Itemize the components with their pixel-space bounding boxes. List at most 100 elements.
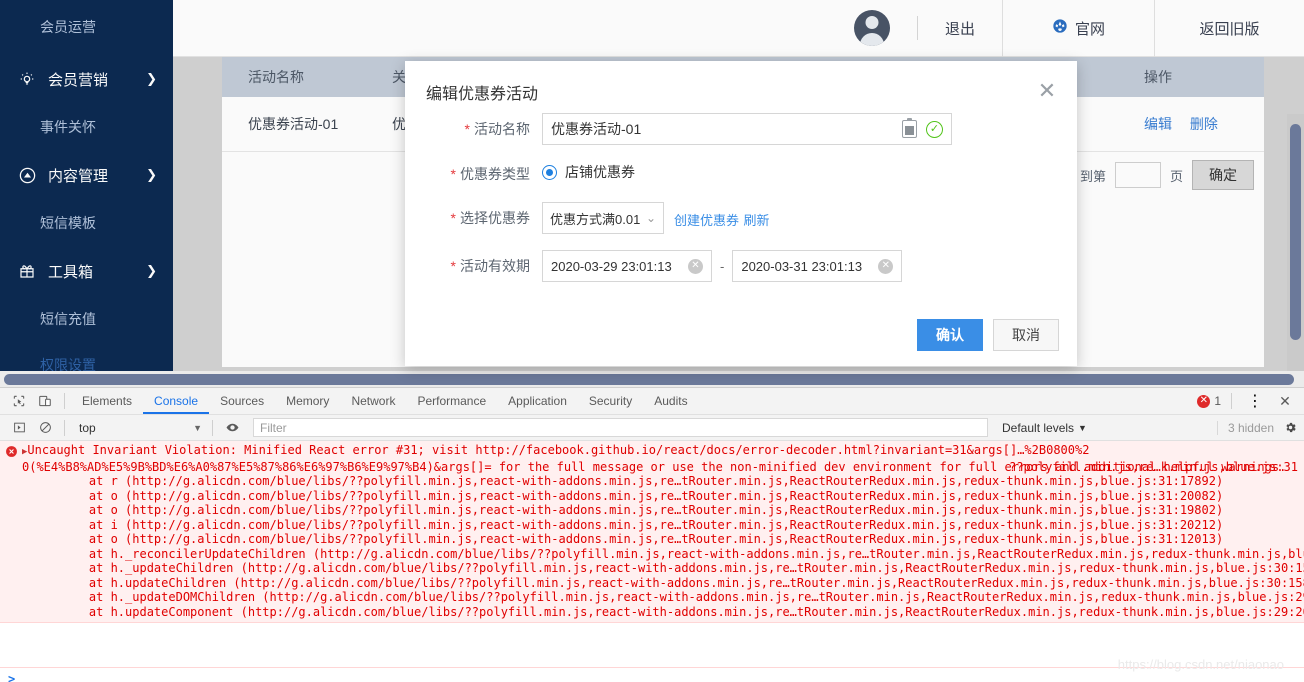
tab-sources[interactable]: Sources bbox=[209, 388, 275, 414]
web-page: 会员运营 会员营销 ❯ 事件关怀 内容管理 ❯ 短信模板 工具箱 ❯ 短信充值 … bbox=[0, 0, 1304, 387]
console-filter-bar: top ▼ Filter Default levels ▼ 3 hidden bbox=[0, 415, 1304, 441]
console-stack-line: at h._reconcilerUpdateChildren (http://g… bbox=[60, 546, 1304, 561]
tab-memory[interactable]: Memory bbox=[275, 388, 340, 414]
tab-performance[interactable]: Performance bbox=[406, 388, 497, 414]
confirm-button[interactable]: 确认 bbox=[917, 319, 983, 351]
form-row-period: * 活动有效期 2020-03-29 23:01:13 ✕ - 2020-03-3… bbox=[405, 250, 903, 282]
clipboard-icon bbox=[902, 118, 917, 138]
console-stack-line: at h.updateComponent (http://g.alicdn.co… bbox=[60, 604, 1304, 619]
label-coupon-type: * 优惠券类型 bbox=[450, 166, 530, 182]
prompt-chevron-icon: > bbox=[8, 671, 16, 682]
error-icon bbox=[5, 445, 18, 462]
chevron-down-icon: ⌄ bbox=[645, 211, 656, 225]
devtools-tabbar: Elements Console Sources Memory Network … bbox=[0, 388, 1304, 415]
label-activity-name: * 活动名称 bbox=[464, 121, 530, 137]
console-stack-line: at h._updateDOMChildren (http://g.alicdn… bbox=[60, 590, 1304, 604]
chevron-down-icon: ▼ bbox=[1078, 422, 1087, 433]
create-coupon-link[interactable]: 创建优惠券 bbox=[674, 213, 739, 228]
label-select-coupon: * 选择优惠券 bbox=[450, 210, 530, 226]
console-error-line-2: 0(%E4%B8%AD%E5%9B%BD%E6%A0%87%E5%87%86%E… bbox=[0, 460, 1304, 475]
clear-console-icon[interactable] bbox=[32, 415, 58, 441]
field-select-coupon: 优惠方式满0.01 ⌄ 创建优惠券 刷新 bbox=[542, 202, 769, 234]
console-error-link[interactable]: http://facebook.github.io/react/docs/err… bbox=[475, 443, 1089, 457]
log-levels-selector[interactable]: Default levels ▼ bbox=[1002, 421, 1087, 435]
form-row-select-coupon: * 选择优惠券 优惠方式满0.01 ⌄ 创建优惠券 刷新 bbox=[405, 202, 769, 234]
console-stack-line: at h._updateChildren (http://g.alicdn.co… bbox=[60, 561, 1304, 575]
log-levels-label: Default levels bbox=[1002, 420, 1075, 435]
console-stack-line: at r (http://g.alicdn.com/blue/libs/??po… bbox=[60, 474, 1224, 488]
error-icon: ✕ bbox=[1197, 394, 1211, 408]
activity-name-input[interactable]: 优惠券活动-01 ✓ bbox=[542, 113, 952, 145]
period-end-value: 2020-03-31 23:01:13 bbox=[741, 258, 863, 274]
required-mark: * bbox=[464, 121, 470, 137]
period-start-value: 2020-03-29 23:01:13 bbox=[551, 258, 672, 274]
tab-network[interactable]: Network bbox=[340, 388, 406, 414]
error-count: 1 bbox=[1214, 394, 1221, 408]
console-error-message[interactable]: ▶Uncaught Invariant Violation: Minified … bbox=[0, 441, 1304, 623]
console-prompt[interactable]: > bbox=[0, 667, 1304, 682]
console-error-head-text: Uncaught Invariant Violation: Minified R… bbox=[27, 443, 476, 457]
device-toolbar-icon[interactable] bbox=[32, 388, 58, 414]
hidden-messages-note: 3 hidden bbox=[1216, 420, 1274, 435]
console-body: ▶Uncaught Invariant Violation: Minified … bbox=[0, 441, 1304, 682]
clear-icon[interactable]: ✕ bbox=[688, 258, 703, 274]
devtools-panel: Elements Console Sources Memory Network … bbox=[0, 387, 1304, 682]
console-stack-line: at o (http://g.alicdn.com/blue/libs/??po… bbox=[60, 532, 1224, 546]
period-start-input[interactable]: 2020-03-29 23:01:13 ✕ bbox=[542, 250, 712, 282]
inspect-icon[interactable] bbox=[6, 388, 32, 414]
context-selector[interactable]: top ▼ bbox=[71, 418, 206, 438]
tab-application[interactable]: Application bbox=[497, 388, 578, 414]
form-row-activity-name: * 活动名称 优惠券活动-01 ✓ bbox=[405, 113, 952, 145]
watermark: https://blog.csdn.net/niaonao bbox=[1117, 657, 1284, 672]
console-stack-line: at o (http://g.alicdn.com/blue/libs/??po… bbox=[60, 503, 1224, 517]
coupon-select[interactable]: 优惠方式满0.01 ⌄ bbox=[542, 202, 664, 234]
required-mark: * bbox=[450, 166, 456, 182]
field-period: 2020-03-29 23:01:13 ✕ - 2020-03-31 23:01… bbox=[542, 250, 903, 282]
filter-input[interactable]: Filter bbox=[253, 418, 988, 437]
error-count-badge[interactable]: ✕ 1 bbox=[1197, 394, 1221, 408]
tab-elements[interactable]: Elements bbox=[71, 388, 143, 414]
dialog-footer: 确认 取消 bbox=[917, 319, 1059, 351]
console-stack-line: at i (http://g.alicdn.com/blue/libs/??po… bbox=[60, 517, 1224, 532]
close-icon[interactable]: ✕ bbox=[1272, 388, 1298, 414]
console-stack-line: at o (http://g.alicdn.com/blue/libs/??po… bbox=[60, 488, 1224, 503]
check-circle-icon: ✓ bbox=[926, 120, 943, 138]
field-activity-name: 优惠券活动-01 ✓ bbox=[542, 113, 952, 145]
close-icon[interactable]: ✕ bbox=[1033, 77, 1061, 105]
clear-icon[interactable]: ✕ bbox=[878, 258, 894, 274]
label-period: * 活动有效期 bbox=[450, 258, 530, 274]
coupon-type-radio-group[interactable]: 店铺优惠券 bbox=[542, 158, 635, 182]
divider bbox=[64, 419, 65, 436]
required-mark: * bbox=[450, 210, 456, 226]
edit-coupon-activity-dialog: 编辑优惠券活动 ✕ * 活动名称 优惠券活动-01 ✓ * 优惠券类型 店铺优惠… bbox=[405, 61, 1077, 366]
tab-security[interactable]: Security bbox=[578, 388, 643, 414]
field-coupon-type: 店铺优惠券 bbox=[542, 158, 635, 182]
execute-icon[interactable] bbox=[6, 415, 32, 441]
more-options-icon[interactable]: ⋮ bbox=[1242, 388, 1268, 414]
form-row-coupon-type: * 优惠券类型 店铺优惠券 bbox=[405, 158, 635, 184]
console-stack-line: at h.updateChildren (http://g.alicdn.com… bbox=[60, 575, 1304, 590]
eye-icon[interactable] bbox=[219, 415, 245, 441]
tab-console[interactable]: Console bbox=[143, 388, 209, 414]
cancel-button[interactable]: 取消 bbox=[993, 319, 1059, 351]
dialog-title: 编辑优惠券活动 bbox=[426, 86, 539, 103]
chevron-down-icon: ▼ bbox=[193, 422, 202, 433]
refresh-link[interactable]: 刷新 bbox=[743, 213, 769, 228]
activity-name-value: 优惠券活动-01 bbox=[551, 121, 642, 137]
divider bbox=[212, 419, 213, 436]
coupon-links: 创建优惠券 刷新 bbox=[674, 210, 769, 234]
coupon-select-value: 优惠方式满0.01 bbox=[550, 211, 641, 227]
radio-selected-icon[interactable] bbox=[542, 164, 557, 180]
gear-icon[interactable] bbox=[1282, 420, 1298, 436]
context-value: top bbox=[79, 420, 96, 435]
console-error-tail: for the full message or use the non-mini… bbox=[491, 459, 1287, 474]
filter-placeholder: Filter bbox=[260, 420, 287, 435]
app-root: 会员运营 会员营销 ❯ 事件关怀 内容管理 ❯ 短信模板 工具箱 ❯ 短信充值 … bbox=[0, 0, 1304, 682]
console-error-link-2[interactable]: 0(%E4%B8%AD%E5%9B%BD%E6%A0%87%E5%87%86%E… bbox=[22, 460, 492, 474]
period-separator: - bbox=[720, 258, 725, 274]
period-end-input[interactable]: 2020-03-31 23:01:13 ✕ bbox=[732, 250, 903, 282]
divider bbox=[64, 393, 65, 409]
tab-audits[interactable]: Audits bbox=[643, 388, 698, 414]
divider bbox=[1231, 393, 1232, 409]
coupon-type-option-label: 店铺优惠券 bbox=[565, 164, 635, 180]
